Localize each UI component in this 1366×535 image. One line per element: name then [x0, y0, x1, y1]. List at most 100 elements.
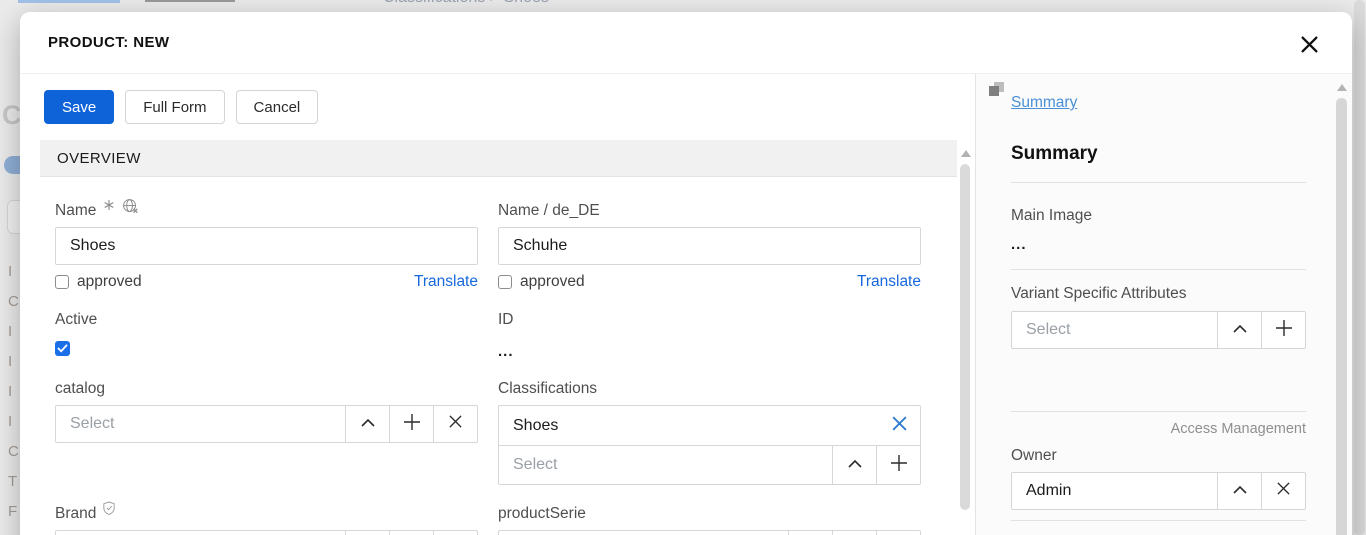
main-image-label: Main Image	[1011, 207, 1092, 224]
owner-clear-button[interactable]	[1261, 473, 1305, 509]
classifications-field: Classifications Shoes Select	[498, 380, 921, 485]
product-serie-label: productSerie	[498, 505, 586, 522]
close-icon	[1300, 35, 1319, 59]
clear-icon	[448, 414, 463, 434]
product-serie-clear-button[interactable]	[876, 531, 920, 535]
background-heading-letter: C	[2, 100, 22, 130]
save-button[interactable]: Save	[44, 90, 115, 124]
sidebar-content: Summary Summary Main Image ... Variant S…	[1011, 94, 1306, 535]
classifications-widget: Shoes Select	[498, 405, 921, 485]
id-value: ...	[498, 343, 514, 360]
name-de-approved-label: approved	[520, 273, 585, 290]
variant-attributes-expand-button[interactable]	[1217, 312, 1261, 348]
summary-sidebar: Summary Summary Main Image ... Variant S…	[975, 74, 1352, 535]
name-field: Name Shoes approved Translate	[55, 199, 478, 291]
catalog-add-button[interactable]	[389, 406, 433, 442]
checkmark-icon	[57, 340, 68, 358]
owner-value[interactable]: Admin	[1012, 473, 1217, 509]
catalog-select-placeholder[interactable]: Select	[56, 406, 345, 442]
product-new-modal: PRODUCT: NEW Save Full Form Cancel OVERV…	[20, 12, 1352, 535]
owner-select: Admin	[1011, 472, 1306, 510]
classifications-expand-button[interactable]	[832, 446, 876, 484]
scroll-up-arrow-icon[interactable]	[961, 150, 971, 157]
stacked-squares-icon	[989, 82, 1005, 98]
name-label-row: Name	[55, 199, 478, 220]
product-form: Name Shoes approved Translate Name / de_…	[20, 177, 957, 535]
catalog-clear-button[interactable]	[433, 406, 477, 442]
variant-attributes-placeholder[interactable]: Select	[1012, 312, 1217, 348]
scroll-up-arrow-icon[interactable]	[1337, 84, 1347, 91]
remove-classification-button[interactable]	[891, 415, 908, 437]
cancel-button[interactable]: Cancel	[235, 90, 319, 124]
classifications-label: Classifications	[498, 380, 598, 397]
plus-icon	[890, 454, 908, 477]
form-scrollbar[interactable]	[957, 74, 975, 535]
name-de-approved-checkbox[interactable]	[498, 275, 512, 289]
classifications-select-placeholder[interactable]: Select	[499, 446, 832, 484]
background-nav-letter: C	[8, 293, 19, 310]
variant-attributes-select: Select	[1011, 311, 1306, 349]
variant-attributes-label: Variant Specific Attributes	[1011, 285, 1187, 302]
product-serie-expand-button[interactable]	[788, 531, 832, 535]
brand-expand-button[interactable]	[345, 531, 389, 535]
owner-expand-button[interactable]	[1217, 473, 1261, 509]
name-de-input[interactable]: Schuhe	[498, 227, 921, 265]
owner-label: Owner	[1011, 447, 1057, 464]
overview-section-header: OVERVIEW	[40, 140, 957, 177]
form-scrollbar-thumb[interactable]	[960, 164, 970, 510]
id-label: ID	[498, 311, 514, 328]
classifications-selected-value: Shoes	[513, 416, 559, 434]
plus-icon	[403, 413, 421, 436]
main-image-value: ...	[1011, 236, 1027, 253]
modal-header: PRODUCT: NEW	[20, 12, 1352, 74]
brand-select-placeholder[interactable]	[56, 531, 345, 535]
summary-heading: Summary	[1011, 143, 1098, 164]
name-de-label-row: Name / de_DE	[498, 202, 921, 220]
name-approved-checkbox[interactable]	[55, 275, 69, 289]
active-field: Active	[55, 311, 478, 360]
brand-field: Brand	[55, 501, 478, 535]
product-serie-select-placeholder[interactable]	[499, 531, 788, 535]
modal-body: Save Full Form Cancel OVERVIEW Name Shoe…	[20, 74, 1352, 535]
sidebar-scrollbar-thumb[interactable]	[1336, 98, 1347, 535]
clear-icon	[1276, 481, 1291, 501]
chevron-up-icon	[847, 456, 863, 474]
product-serie-add-button[interactable]	[832, 531, 876, 535]
product-serie-field: productSerie	[498, 505, 921, 535]
brand-label-row: Brand	[55, 501, 478, 523]
summary-nav-link[interactable]: Summary	[1011, 94, 1077, 112]
active-checkbox[interactable]	[55, 341, 70, 356]
variant-attributes-add-button[interactable]	[1261, 312, 1305, 348]
overview-section-label: OVERVIEW	[57, 149, 141, 167]
background-page-scrollbar	[1354, 0, 1365, 535]
catalog-label: catalog	[55, 380, 105, 397]
background-nav-letter: I	[8, 413, 13, 430]
id-field: ID ...	[498, 311, 921, 360]
background-nav-letter: F	[8, 503, 18, 520]
modal-toolbar: Save Full Form Cancel	[20, 74, 957, 140]
modal-title: PRODUCT: NEW	[48, 34, 170, 51]
name-de-label: Name / de_DE	[498, 202, 600, 219]
catalog-expand-button[interactable]	[345, 406, 389, 442]
classifications-add-button[interactable]	[876, 446, 920, 484]
close-button[interactable]	[1296, 34, 1322, 60]
background-tab-underline	[145, 0, 235, 2]
app-root: Classifications > Shoes C I C I I I I C …	[0, 0, 1366, 535]
translate-globe-icon	[122, 198, 139, 220]
name-input[interactable]: Shoes	[55, 227, 478, 265]
divider	[1011, 269, 1306, 270]
classifications-select: Select	[499, 446, 920, 484]
catalog-select: Select	[55, 405, 478, 443]
form-pane: Save Full Form Cancel OVERVIEW Name Shoe…	[20, 74, 957, 535]
required-asterisk-icon	[103, 198, 115, 216]
breadcrumb: Classifications > Shoes	[383, 0, 549, 7]
full-form-button[interactable]: Full Form	[125, 90, 225, 124]
brand-clear-button[interactable]	[433, 531, 477, 535]
name-translate-link[interactable]: Translate	[414, 273, 478, 291]
brand-select	[55, 530, 478, 535]
sidebar-scrollbar[interactable]	[1336, 84, 1348, 535]
name-de-translate-link[interactable]: Translate	[857, 273, 921, 291]
brand-add-button[interactable]	[389, 531, 433, 535]
background-nav-letter: I	[8, 263, 13, 280]
catalog-field: catalog Select	[55, 380, 478, 485]
